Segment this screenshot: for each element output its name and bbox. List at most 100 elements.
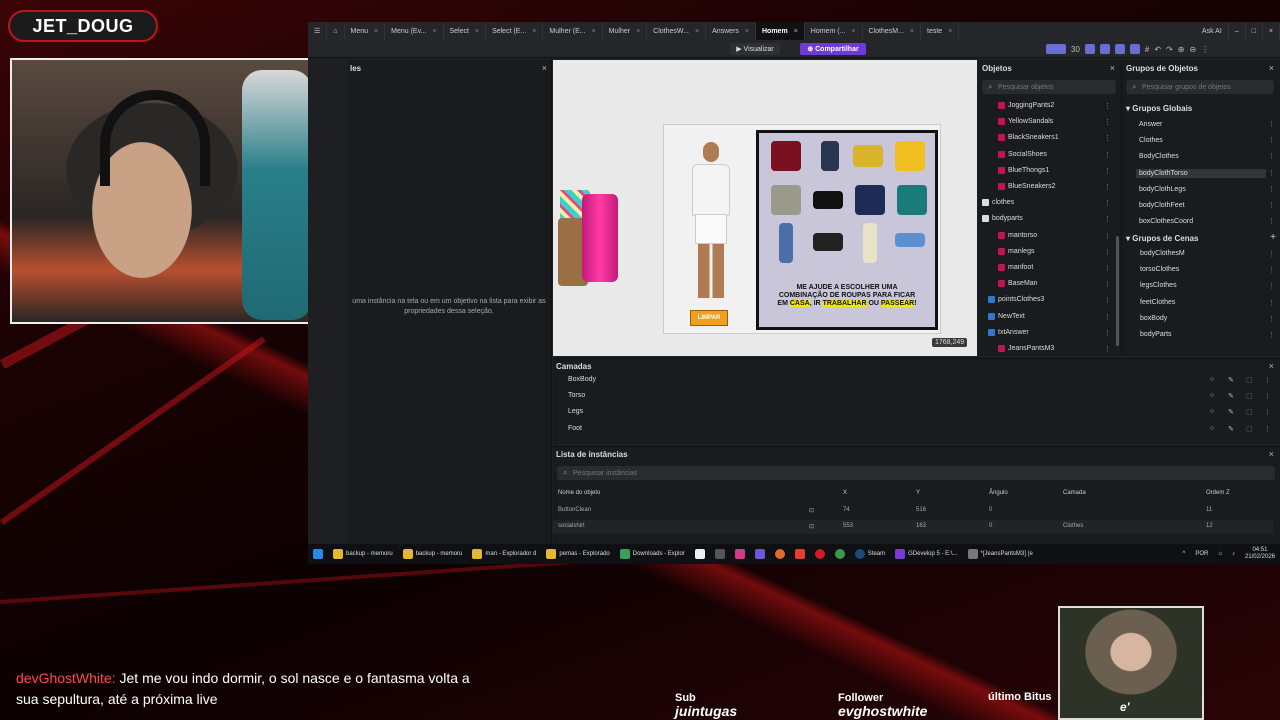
tab-item[interactable]: Menu ×	[345, 22, 386, 40]
app-icon[interactable]	[750, 544, 770, 564]
taskbar-item[interactable]: GDevelop 5 - E:\...	[890, 544, 962, 564]
minimize-icon[interactable]: –	[1229, 22, 1246, 40]
layers-icon[interactable]	[1114, 44, 1125, 54]
group-item[interactable]: bodyParts	[1140, 331, 1172, 338]
tab-item[interactable]: ClothesM... ×	[863, 22, 921, 40]
more-icon[interactable]: ⋮	[1268, 250, 1275, 258]
object-item[interactable]: YellowSandals	[1008, 118, 1053, 125]
more-icon[interactable]: ⋮	[1268, 282, 1275, 290]
object-item[interactable]: JoggingPants2	[1008, 102, 1054, 109]
home-icon[interactable]: ⌂	[327, 22, 345, 40]
lock-icon[interactable]: ⊡	[809, 507, 814, 514]
object-item[interactable]: manlegs	[1008, 248, 1034, 255]
share-button[interactable]: ⊕ Compartilhar	[800, 43, 866, 55]
table-row[interactable]	[553, 520, 1273, 534]
more-icon[interactable]: ⋮	[1268, 120, 1275, 128]
edit-icon[interactable]: ✎	[1228, 392, 1234, 400]
tab-item[interactable]: ClothesW... ×	[647, 22, 707, 40]
layer-item[interactable]: Torso	[568, 392, 585, 399]
object-item[interactable]: BlueSneakers2	[1008, 183, 1055, 190]
group-item[interactable]: bodyClothLegs	[1136, 185, 1266, 194]
more-icon[interactable]: ⋮	[1104, 232, 1111, 240]
more-icon[interactable]: ⋮	[1268, 299, 1275, 307]
network-icon[interactable]: ⌂	[1213, 544, 1227, 564]
close-icon[interactable]: ×	[475, 28, 479, 35]
object-item[interactable]: BlueThongs1	[1008, 167, 1049, 174]
lock-icon[interactable]: ▢	[1246, 408, 1253, 416]
group-item[interactable]: bodyClothFeet	[1136, 201, 1266, 210]
column-header-x[interactable]: X	[843, 490, 847, 496]
yellow-shorts-item[interactable]	[895, 141, 925, 171]
more-icon[interactable]: ⋮	[1104, 118, 1111, 126]
group-item[interactable]: torsoClothes	[1140, 266, 1179, 273]
tab-item[interactable]: Menu (Ev... ×	[385, 22, 444, 40]
undo-icon[interactable]: ↶	[1154, 45, 1161, 54]
grid-icon[interactable]	[1084, 44, 1095, 54]
tank-top-item[interactable]	[897, 185, 927, 215]
more-icon[interactable]: ⋮	[1264, 392, 1271, 400]
list-icon[interactable]	[1129, 44, 1140, 54]
group-item[interactable]: boxBody	[1140, 315, 1167, 322]
close-icon[interactable]: ×	[910, 28, 914, 35]
visibility-icon[interactable]: ○	[1210, 408, 1214, 415]
tab-item[interactable]: Select ×	[444, 22, 487, 40]
table-row[interactable]	[553, 504, 1273, 518]
close-icon[interactable]: ×	[794, 28, 798, 35]
gray-shirt-item[interactable]	[771, 185, 801, 215]
maximize-icon[interactable]: □	[1246, 22, 1263, 40]
object-item[interactable]: txtAnswer	[998, 329, 1029, 336]
close-icon[interactable]: ×	[851, 28, 855, 35]
tab-item[interactable]: Answers ×	[706, 22, 756, 40]
close-icon[interactable]: ×	[745, 28, 749, 35]
more-icon[interactable]: ⋮	[1268, 201, 1275, 209]
column-header-z[interactable]: Ordem Z	[1206, 490, 1230, 496]
close-icon[interactable]: ×	[432, 28, 436, 35]
more-icon[interactable]: ⋮	[1104, 199, 1111, 207]
zoom-out-icon[interactable]: ⊖	[1189, 45, 1196, 54]
layout-icon[interactable]	[1046, 44, 1066, 54]
yellow-sandals-item[interactable]	[853, 145, 883, 167]
close-icon[interactable]: ×	[1110, 63, 1115, 73]
more-icon[interactable]: ⋮	[1104, 264, 1111, 272]
taskbar-item[interactable]: man - Explorador d	[467, 544, 541, 564]
firefox-icon[interactable]	[770, 544, 790, 564]
zoom-in-icon[interactable]: ⊕	[1178, 45, 1185, 54]
taskbar-item[interactable]: backup - memoru	[398, 544, 468, 564]
edit-icon[interactable]: ✎	[1228, 408, 1234, 416]
scene-groups-header[interactable]: ▾ Grupos de Cenas	[1126, 234, 1199, 243]
close-icon[interactable]: ×	[948, 28, 952, 35]
tab-item[interactable]: teste ×	[921, 22, 960, 40]
group-item[interactable]: boxClothesCoord	[1136, 217, 1266, 226]
close-icon[interactable]: ×	[374, 28, 378, 35]
group-item[interactable]: BodyClothes	[1136, 152, 1266, 161]
hash-icon[interactable]: #	[1145, 45, 1149, 54]
object-item[interactable]: SocialShoes	[1008, 151, 1047, 158]
group-item[interactable]: bodyClothesM	[1140, 250, 1185, 257]
column-header-angle[interactable]: Ângulo	[989, 490, 1008, 496]
more-icon[interactable]: ⋮	[1268, 266, 1275, 274]
tab-item-active[interactable]: Homem ×	[756, 22, 805, 40]
redo-icon[interactable]: ↷	[1166, 45, 1173, 54]
taskbar-item[interactable]: Downloads - Explor	[615, 544, 690, 564]
edit-icon[interactable]: ✎	[1228, 425, 1234, 433]
more-icon[interactable]: ⋮	[1264, 425, 1271, 433]
jeans-dark-item[interactable]	[821, 141, 839, 171]
scrollbar[interactable]	[1116, 236, 1119, 346]
more-icon[interactable]: ⋮	[1104, 280, 1111, 288]
more-icon[interactable]: ⋮	[1268, 136, 1275, 144]
window-close-icon[interactable]: ×	[1263, 22, 1280, 40]
instagram-icon[interactable]	[730, 544, 750, 564]
tray-chevron-icon[interactable]: ^	[1178, 544, 1191, 564]
group-item[interactable]: legsClothes	[1140, 282, 1177, 289]
preview-button[interactable]: ▶ Visualizar	[730, 43, 780, 55]
taskbar-item[interactable]: pemas - Explorado	[541, 544, 614, 564]
more-icon[interactable]: ⋮	[1201, 45, 1209, 54]
taskbar-item[interactable]: Steam	[850, 544, 890, 564]
object-item[interactable]: JeansPantsM3	[1008, 345, 1054, 352]
layer-item[interactable]: Legs	[568, 408, 583, 415]
more-icon[interactable]: ⋮	[1268, 331, 1275, 339]
hamburger-menu-icon[interactable]: ☰	[308, 22, 328, 40]
ask-ai-button[interactable]: Ask AI	[1196, 22, 1229, 40]
red-shirt-item[interactable]	[771, 141, 801, 171]
tab-item[interactable]: Homem (... ×	[805, 22, 863, 40]
